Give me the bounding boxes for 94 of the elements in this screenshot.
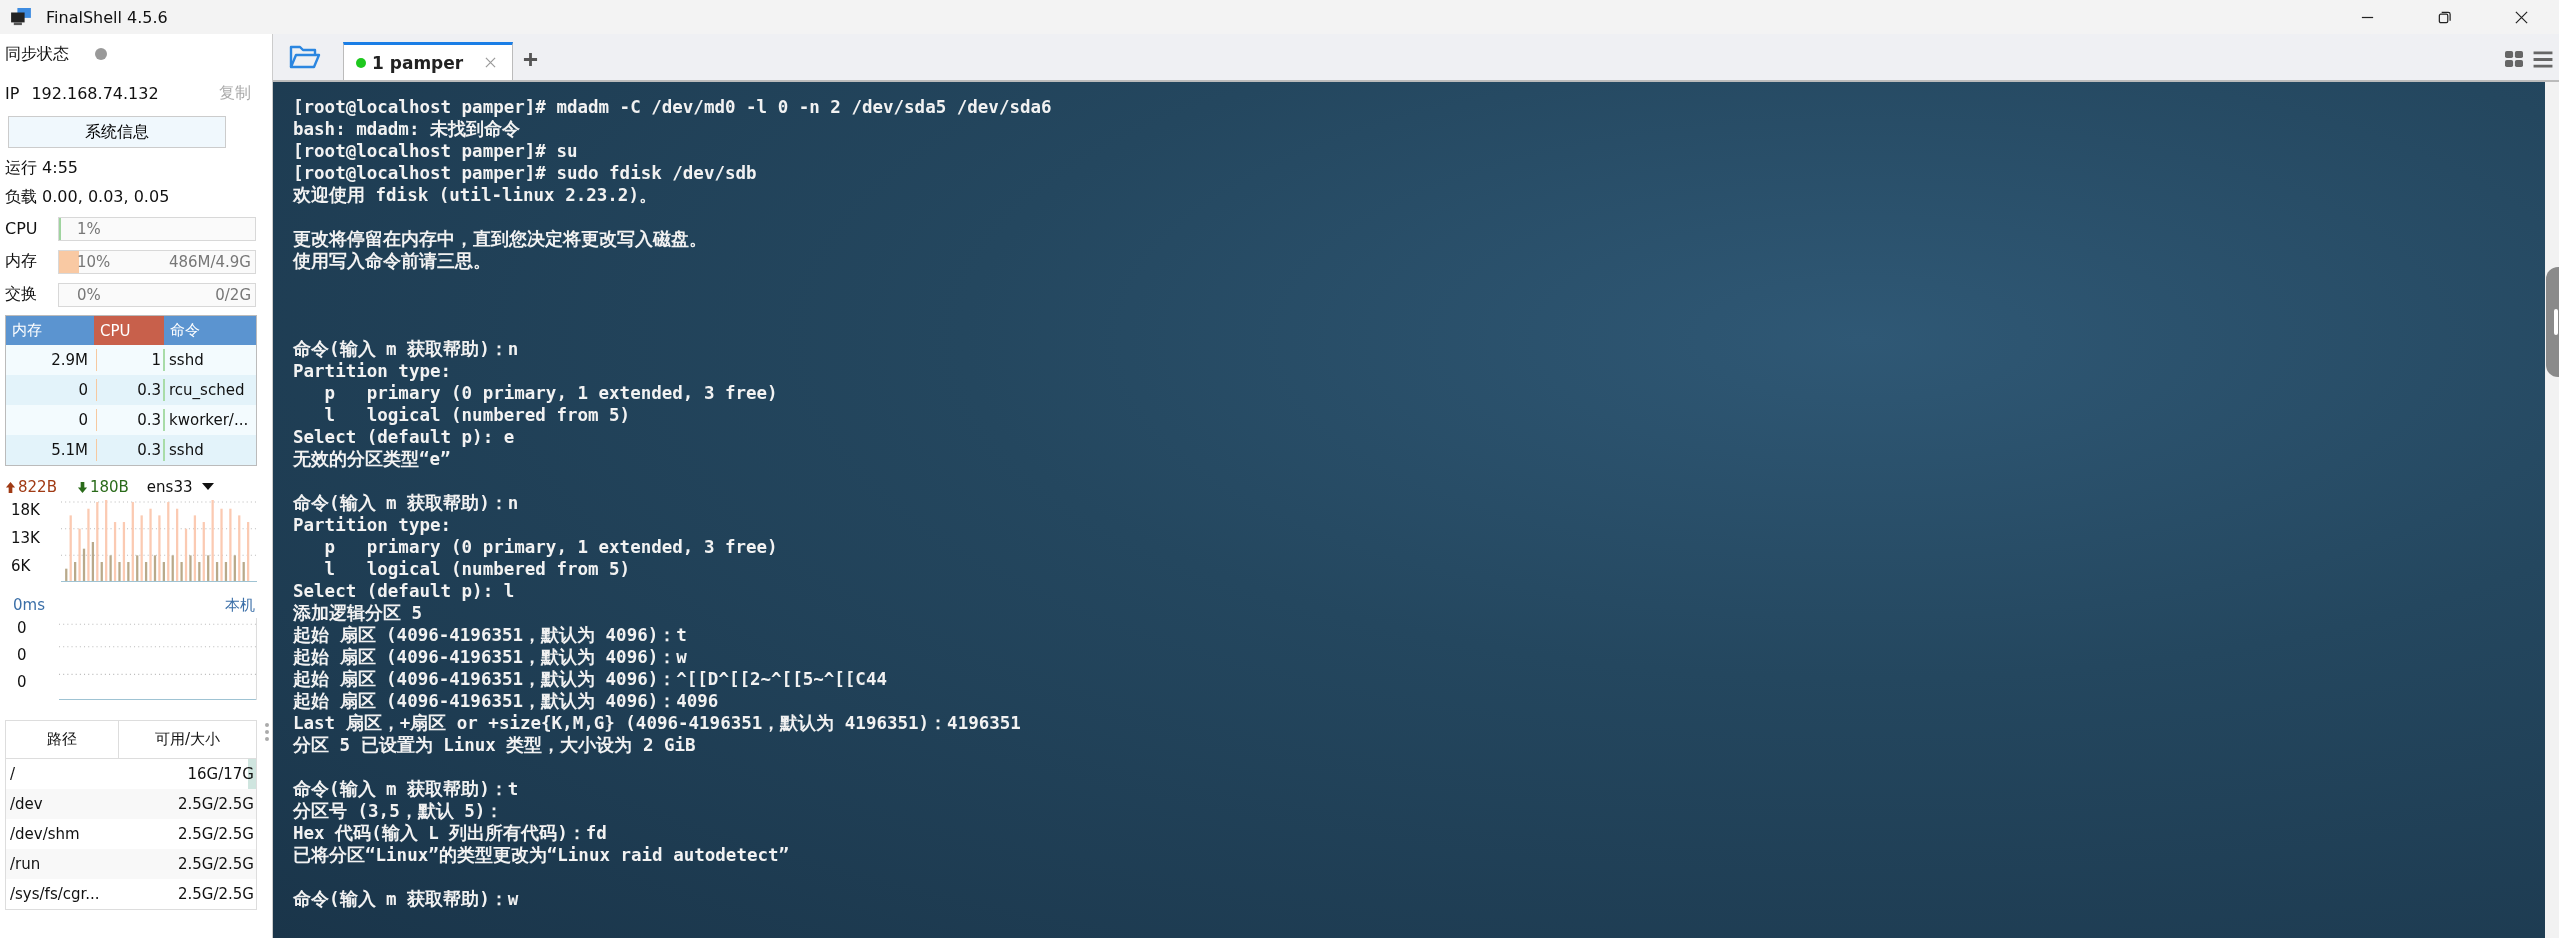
terminal-line: p primary (0 primary, 1 extended, 3 free) — [323, 382, 779, 404]
terminal-output[interactable] — [273, 82, 2545, 938]
interface-dropdown[interactable]: ens33 — [146, 478, 193, 496]
meter-label: 内存 — [5, 251, 38, 272]
terminal-line: Select (default p): e — [293, 426, 516, 448]
terminal-line: [root@localhost pamper]# sudo fdisk /dev/sdb — [293, 162, 758, 184]
uptime-text: 运行 4:55 — [5, 157, 79, 179]
terminal-line: [root@localhost pamper]# su — [293, 140, 579, 162]
usage-amount: 486M/4.9G — [168, 252, 251, 271]
terminal-line: 起始 扇区 (4096-4196351，默认为 4096)：w — [293, 646, 688, 668]
close-icon[interactable] — [2514, 9, 2529, 25]
grid-icon[interactable] — [2505, 50, 2523, 68]
axis-label: 0 — [17, 645, 28, 665]
terminal-line: Partition type: — [293, 360, 453, 382]
session-tab[interactable]: 1 pamper — [343, 42, 513, 80]
terminal-line: l logical (numbered from 5) — [323, 404, 632, 426]
sync-status-label: 同步状态 — [5, 43, 69, 65]
upload-arrow-icon — [5, 480, 16, 494]
table-cell-text: /run — [9, 854, 42, 875]
terminal-line: 欢迎使用 fdisk (util-linux 2.23.2)。 — [293, 184, 658, 206]
table-cell-text: /sys/fs/cgr... — [9, 884, 101, 905]
dropdown-caret-icon[interactable] — [202, 483, 215, 491]
splitter-handle-icon[interactable] — [264, 722, 270, 742]
side-panel-handle[interactable] — [2546, 267, 2559, 377]
table-cell-text: sshd — [168, 350, 205, 371]
axis-label: 6K — [11, 556, 32, 576]
meter-label: 交换 — [5, 284, 38, 305]
table-cell: 2.5G/2.5G — [178, 825, 254, 843]
system-info-button[interactable]: 系统信息 — [8, 116, 226, 148]
column-header[interactable]: 可用/大小 — [119, 721, 256, 758]
axis-label: 18K — [11, 500, 41, 520]
window-title: FinalShell 4.5.6 — [46, 7, 168, 27]
terminal-line: Select (default p): l — [293, 580, 516, 602]
table-cell: 2.9M — [6, 349, 97, 371]
table-cell: 0.3 — [97, 409, 165, 431]
axis-label: 13K — [11, 528, 41, 548]
table-cell-text: kworker/... — [168, 410, 250, 431]
terminal-line: 命令(输入 m 获取帮助)：n — [293, 338, 520, 360]
table-cell: 1 — [97, 349, 165, 371]
terminal-line: [root@localhost pamper]# mdadm -C /dev/md0 -l 0 -n 2 /dev/sda5 /dev/sda6 — [293, 96, 1053, 118]
column-header[interactable]: 路径 — [6, 721, 119, 758]
terminal-line: 无效的分区类型“e” — [293, 448, 452, 470]
terminal-line: p primary (0 primary, 1 extended, 3 free) — [323, 536, 779, 558]
table-cell: 16G/17G — [187, 765, 254, 783]
table-cell: 0 — [6, 379, 97, 401]
download-speed: 180B — [89, 478, 129, 496]
host-label: 本机 — [225, 595, 255, 615]
ip-address: 192.168.74.132 — [31, 83, 159, 103]
app-icon — [10, 8, 32, 26]
terminal-line: Hex 代码(输入 L 列出所有代码)：fd — [293, 822, 608, 844]
latency-value: 0ms — [13, 596, 45, 614]
table-cell-text: / — [9, 764, 17, 785]
table-cell: 2.5G/2.5G — [178, 795, 254, 813]
meter-label: CPU — [5, 219, 39, 238]
terminal-line: 命令(输入 m 获取帮助)：n — [293, 492, 520, 514]
restore-icon[interactable] — [2437, 9, 2452, 25]
terminal-line: l logical (numbered from 5) — [323, 558, 632, 580]
terminal-line: 起始 扇区 (4096-4196351，默认为 4096)：^[[D^[[2~^[[5~^[[C44 — [293, 668, 888, 690]
terminal-line: 更改将停留在内存中，直到您决定将更改写入磁盘。 — [293, 228, 708, 250]
table-cell: 0.3 — [97, 439, 165, 461]
terminal-line: Partition type: — [293, 514, 453, 536]
table-cell: 2.5G/2.5G — [178, 885, 254, 903]
table-cell: 5.1M — [6, 439, 97, 461]
terminal-line: 起始 扇区 (4096-4196351，默认为 4096)：t — [293, 624, 688, 646]
menu-icon[interactable] — [2533, 51, 2553, 68]
table-cell: 0 — [6, 409, 97, 431]
column-header[interactable]: CPU — [94, 316, 164, 345]
terminal-line: 分区号 (3,5，默认 5)： — [293, 800, 505, 822]
table-cell-text: rcu_sched — [168, 380, 246, 401]
table-cell-text: /dev — [9, 794, 44, 815]
terminal-line: 命令(输入 m 获取帮助)：w — [293, 888, 520, 910]
table-cell-text: /dev/shm — [9, 824, 81, 845]
usage-percent: 1% — [76, 219, 101, 238]
upload-speed: 822B — [18, 478, 57, 496]
terminal-line: Last 扇区，+扇区 or +size{K,M,G} (4096-4196351，默认为 4196351)：4196351 — [293, 712, 1022, 734]
terminal-line: bash: mdadm: 未找到命令 — [293, 118, 521, 140]
terminal-line: 起始 扇区 (4096-4196351，默认为 4096)：4096 — [293, 690, 720, 712]
usage-amount: 0/2G — [215, 285, 251, 304]
folder-icon[interactable] — [289, 44, 321, 70]
table-cell-text: sshd — [168, 440, 205, 461]
table-cell: 0.3 — [97, 379, 165, 401]
terminal-line: 使用写入命令前请三思。 — [293, 250, 492, 272]
load-text: 负载 0.00, 0.03, 0.05 — [5, 186, 171, 208]
terminal-line: 分区 5 已设置为 Linux 类型，大小设为 2 GiB — [293, 734, 697, 756]
terminal-line: 添加逻辑分区 5 — [293, 602, 424, 624]
terminal-line: 已将分区“Linux”的类型更改为“Linux raid autodetect” — [293, 844, 791, 866]
usage-percent: 0% — [76, 285, 101, 304]
download-arrow-icon — [76, 480, 88, 494]
axis-label: 0 — [17, 672, 28, 692]
axis-label: 0 — [17, 618, 28, 638]
table-cell: 2.5G/2.5G — [178, 855, 254, 873]
ip-label: IP — [5, 83, 20, 103]
terminal-line: 命令(输入 m 获取帮助)：t — [293, 778, 520, 800]
plus-icon[interactable] — [523, 52, 538, 67]
